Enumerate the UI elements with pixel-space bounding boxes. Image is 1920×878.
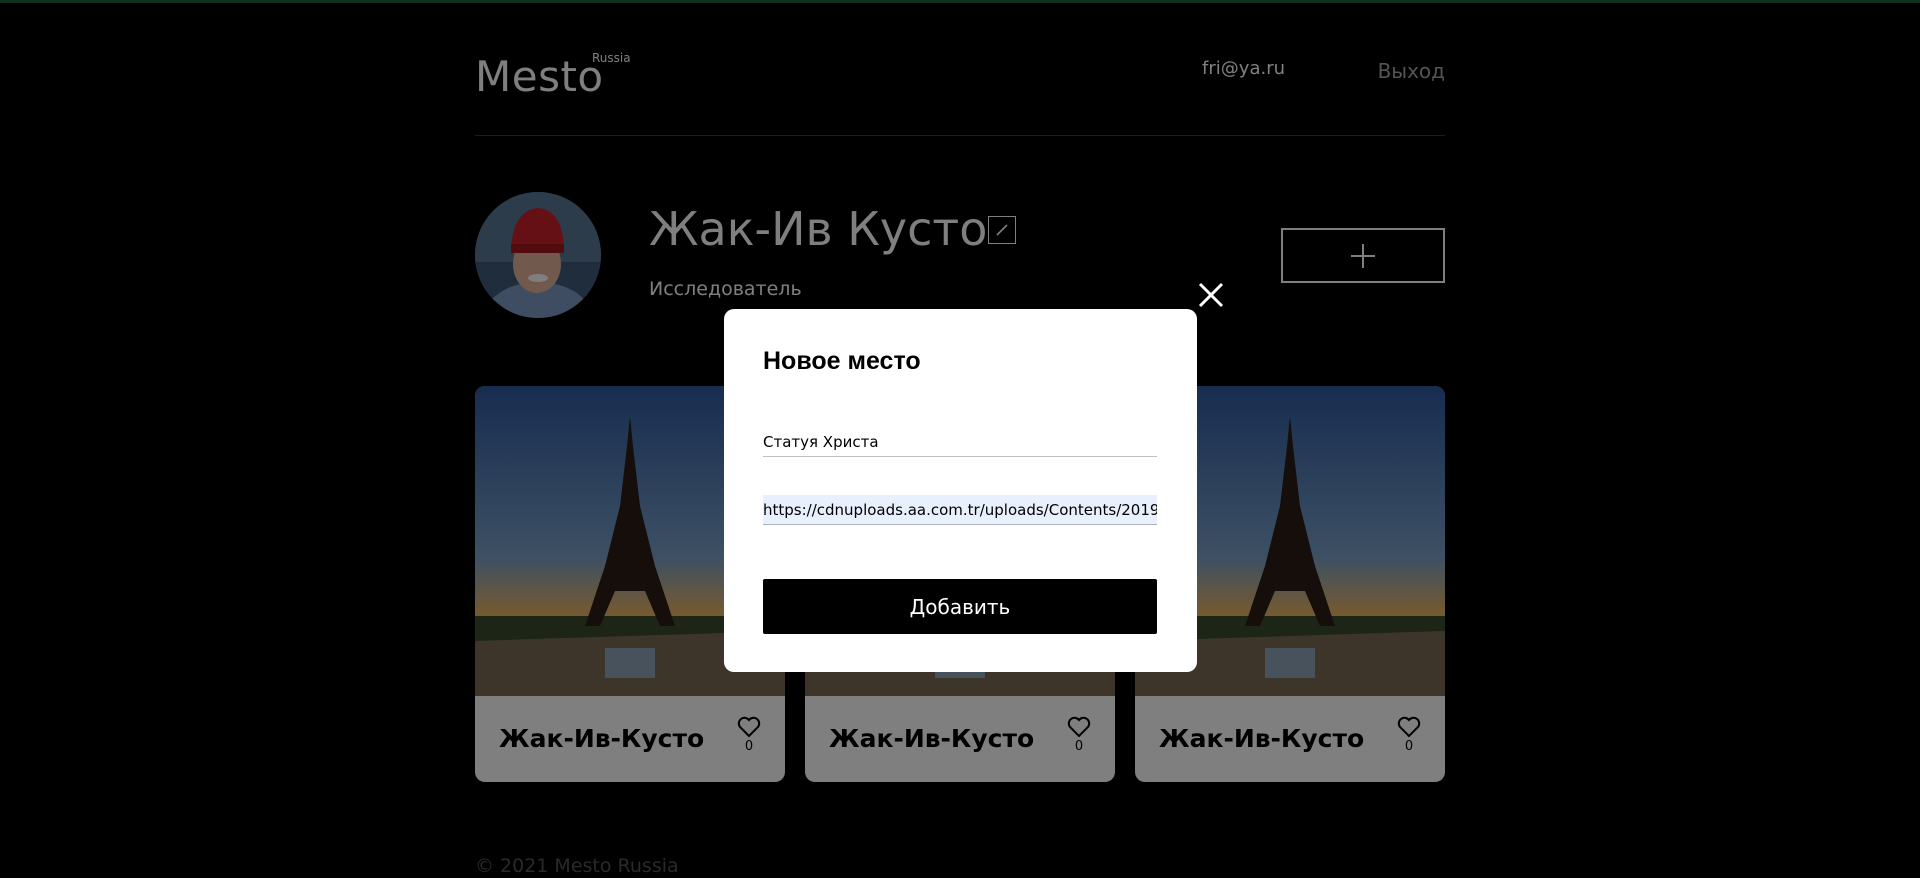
place-name-input[interactable] [763,427,1157,457]
popup-title: Новое место [763,347,921,375]
submit-button[interactable]: Добавить [763,579,1157,634]
close-icon [1198,282,1224,308]
new-place-popup: Новое место Добавить [724,309,1197,672]
place-link-input[interactable] [763,495,1157,525]
close-popup-button[interactable] [1196,280,1226,310]
